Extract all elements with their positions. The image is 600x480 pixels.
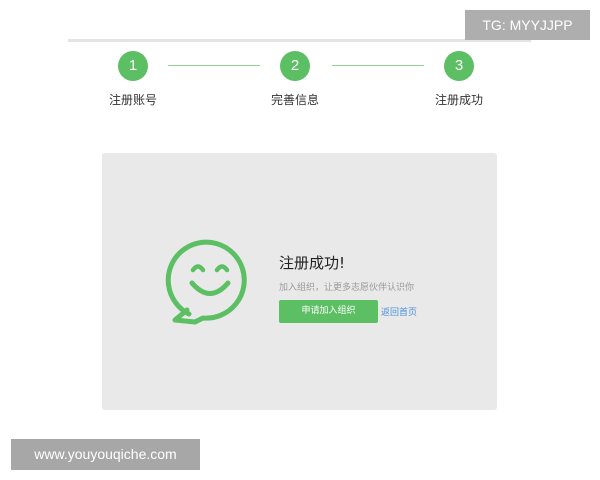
smiley-chat-icon <box>165 239 247 325</box>
step-2-label: 完善信息 <box>270 93 319 107</box>
step-1-circle: 1 <box>118 51 148 81</box>
watermark-bottom-left: www.youyouqiche.com <box>11 439 200 470</box>
step-3-label: 注册成功 <box>434 93 483 107</box>
step-2-circle: 2 <box>280 51 310 81</box>
join-organization-button[interactable]: 申请加入组织 <box>279 300 378 323</box>
return-home-link[interactable]: 返回首页 <box>381 305 417 318</box>
step-connector-1 <box>168 65 260 66</box>
success-title: 注册成功! <box>279 254 346 272</box>
step-3-circle: 3 <box>444 51 474 81</box>
step-1-label: 注册账号 <box>108 93 157 107</box>
registration-success-page: 1 2 3 注册账号 完善信息 注册成功 注册成功! 加入组织，让更多志愿伙伴认… <box>0 0 600 480</box>
step-connector-2 <box>332 65 424 66</box>
top-divider <box>68 39 531 42</box>
watermark-top-right: TG: MYYJJPP <box>465 10 590 40</box>
success-subtitle: 加入组织，让更多志愿伙伴认识你 <box>279 283 415 293</box>
